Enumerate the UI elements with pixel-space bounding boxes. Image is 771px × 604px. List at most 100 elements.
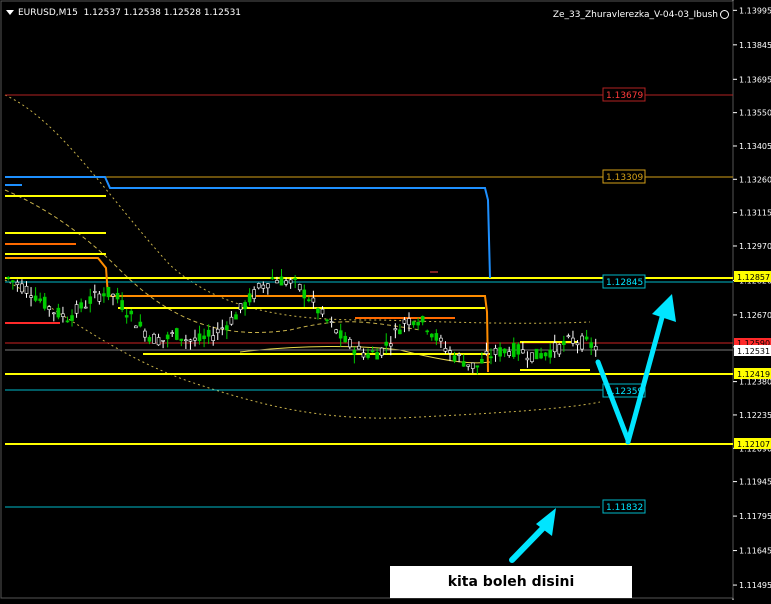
axis-price-label-4-text: 1.12531 <box>737 347 770 356</box>
candle-body <box>234 314 238 320</box>
candle-body <box>302 289 307 299</box>
axis-price-label-2-text: 1.12419 <box>737 370 770 379</box>
candle-body <box>338 330 343 339</box>
candle-body <box>448 350 452 354</box>
candle-body <box>138 321 143 327</box>
candle-body <box>307 299 311 302</box>
candle-body <box>475 365 480 368</box>
candle-body <box>439 337 443 342</box>
candle-body <box>357 345 361 350</box>
candle-body <box>489 356 493 359</box>
candle-body <box>20 283 24 293</box>
price-tick-label-12: 1.12235 <box>739 411 771 420</box>
candle-body <box>407 318 411 326</box>
symbol-header: EURUSD,M15 1.12537 1.12538 1.12528 1.125… <box>6 8 241 18</box>
candles-group <box>6 269 598 375</box>
candle-body <box>120 300 124 311</box>
candle-body <box>297 284 302 291</box>
inner-dashed-line <box>4 189 421 333</box>
candle-body <box>56 307 61 318</box>
candle-body <box>452 355 457 362</box>
candle-body <box>33 295 38 301</box>
level-label-2: 1.13309 <box>602 169 646 184</box>
candle-body <box>266 283 270 289</box>
candle-body <box>129 310 134 315</box>
candle-body <box>70 315 74 321</box>
annotation-note: kita boleh disini <box>390 566 632 598</box>
lower-envelope-dotted <box>4 279 601 419</box>
price-tick-label-2: 1.13695 <box>739 75 771 84</box>
candle-body <box>593 345 598 351</box>
price-tick-label-16: 1.11645 <box>739 547 771 556</box>
price-tick-label-5: 1.13260 <box>739 175 771 184</box>
candle-body <box>188 339 193 342</box>
candle-body <box>461 361 466 367</box>
candle-body <box>575 342 580 346</box>
price-tick-label-3: 1.13550 <box>739 109 771 118</box>
annotation-note-text: kita boleh disini <box>447 574 575 590</box>
axis-price-label-3: 1.12107 <box>734 438 771 449</box>
candle-body <box>443 348 448 352</box>
candle-body <box>215 328 220 334</box>
candle-body <box>88 296 93 304</box>
candle-body <box>15 281 20 285</box>
level-label-3-text: 1.12845 <box>606 278 643 288</box>
candle-body <box>352 349 357 355</box>
candle-body <box>147 337 152 342</box>
candle-body <box>484 350 489 354</box>
candle-body <box>284 280 288 285</box>
candle-body <box>115 292 120 300</box>
candle-body <box>343 335 348 343</box>
candle-body <box>238 303 243 310</box>
candle-body <box>11 280 15 282</box>
candle-body <box>202 335 206 340</box>
candle-body <box>411 321 416 326</box>
candle-body <box>384 341 389 346</box>
axis-price-label-1-text: 1.12857 <box>737 273 770 282</box>
candle-body <box>507 351 512 356</box>
level-label-3: 1.12845 <box>602 274 646 289</box>
candle-body <box>429 333 434 338</box>
candle-body <box>466 364 471 367</box>
candle-body <box>393 328 398 331</box>
candle-body <box>74 304 79 314</box>
price-tick-label-4: 1.13405 <box>739 142 771 151</box>
candle-body <box>402 319 407 324</box>
dropdown-triangle-icon[interactable] <box>6 10 14 15</box>
candle-body <box>361 352 366 358</box>
candle-body <box>293 278 297 280</box>
candle-body <box>106 286 111 298</box>
candle-body <box>143 330 147 338</box>
candle-body <box>329 321 334 323</box>
candle-body <box>152 333 156 344</box>
candle-body <box>102 293 106 297</box>
level-label-1: 1.13679 <box>602 87 646 102</box>
price-chart[interactable]: 1.13679 1.13309 1.12845 1.12359 1.11832 … <box>0 0 771 600</box>
candle-body <box>279 276 284 286</box>
price-tick-label-17: 1.11495 <box>739 581 771 590</box>
candle-body <box>133 325 138 329</box>
candle-body <box>530 352 534 362</box>
indicator-label: Ze_33_Zhuravlerezka_V-04-03_Ibush <box>553 10 729 20</box>
candle-body <box>480 358 484 364</box>
price-tick-label-6: 1.13115 <box>739 209 771 218</box>
axis-price-label-4: 1.12531 <box>734 345 771 356</box>
candle-body <box>571 337 575 344</box>
candle-body <box>6 277 11 279</box>
candle-body <box>562 340 566 346</box>
candle-body <box>511 342 516 357</box>
candle-body <box>29 295 33 298</box>
candle-body <box>38 298 42 301</box>
candle-body <box>24 285 29 294</box>
candle-body <box>398 329 402 335</box>
candle-body <box>97 293 102 302</box>
candle-body <box>243 302 247 310</box>
candle-body <box>225 325 229 331</box>
candle-body <box>174 328 179 340</box>
candle-body <box>470 362 475 369</box>
candle-body <box>61 313 65 317</box>
price-tick-label-0: 1.13995 <box>739 6 771 15</box>
candle-body <box>52 312 56 315</box>
chart-area[interactable]: 1.13679 1.13309 1.12845 1.12359 1.11832 … <box>0 0 771 600</box>
upper-envelope-dotted <box>4 94 591 324</box>
